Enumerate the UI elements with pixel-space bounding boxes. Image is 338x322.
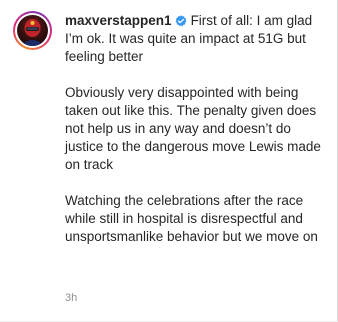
comment-second-paragraph: Obviously very disappointed with being t… <box>65 85 321 172</box>
instagram-comment: maxverstappen1 First of all: I am glad I… <box>0 0 338 322</box>
avatar-image <box>21 19 44 46</box>
username-link[interactable]: maxverstappen1 <box>65 13 172 28</box>
avatar[interactable] <box>17 15 48 46</box>
avatar-story-ring[interactable] <box>13 11 52 50</box>
post-timestamp[interactable]: 3h <box>65 292 77 304</box>
avatar-gap <box>15 13 50 48</box>
verified-badge-icon <box>175 15 186 27</box>
comment-first-paragraph: maxverstappen1 First of all: I am glad I… <box>65 12 327 66</box>
comment-text: maxverstappen1 First of all: I am glad I… <box>65 12 327 246</box>
comment-third-paragraph: Watching the celebrations after the race… <box>65 193 318 244</box>
